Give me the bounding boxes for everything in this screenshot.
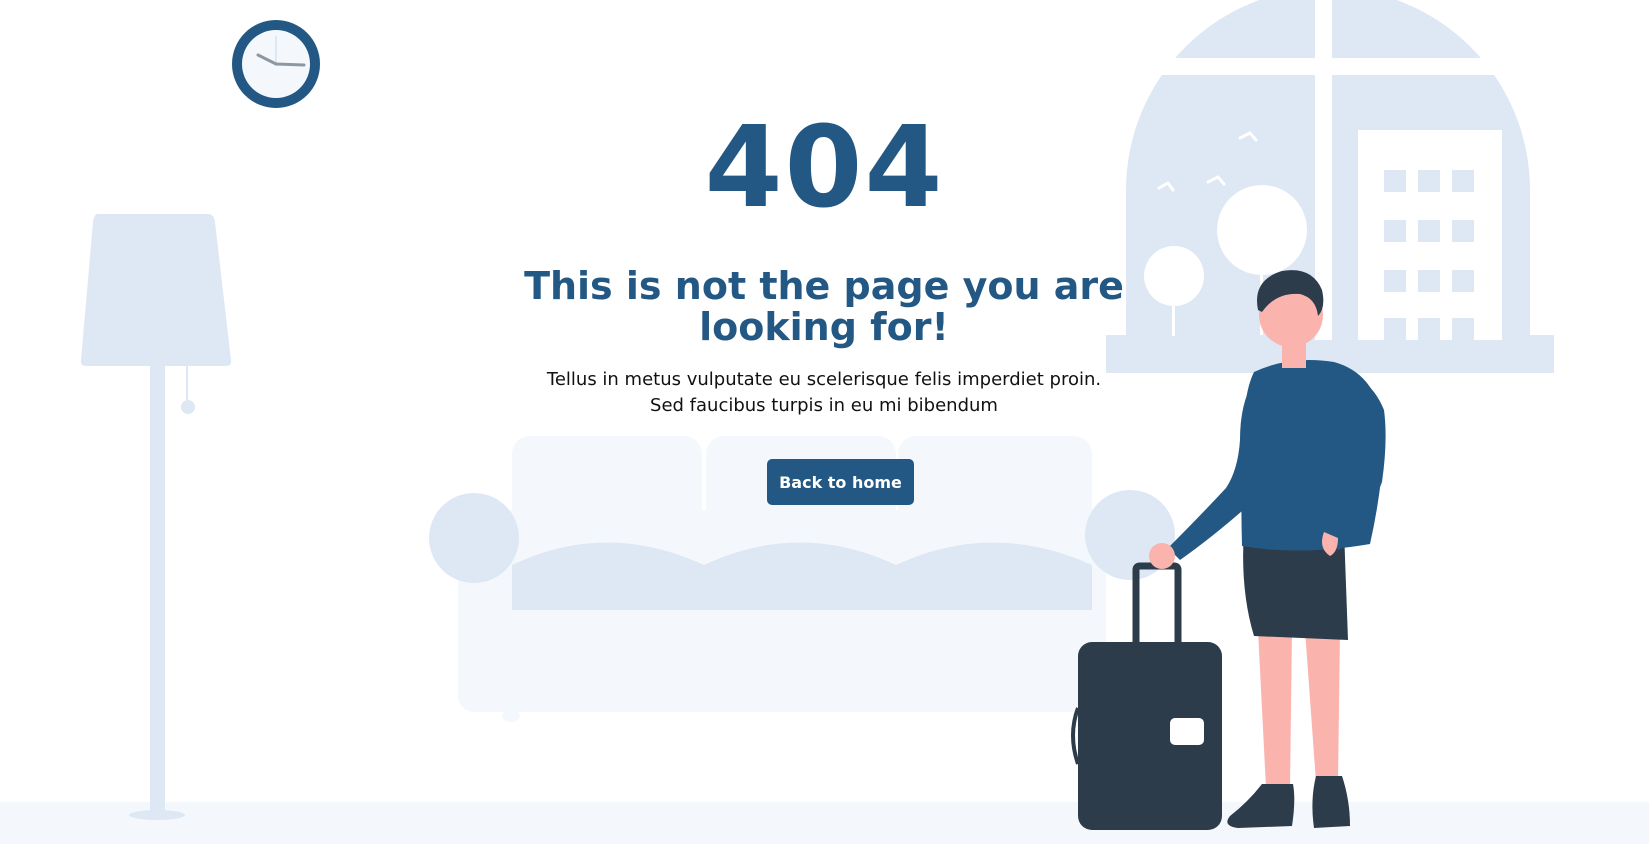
error-headline: This is not the page you are looking for… (524, 264, 1124, 349)
error-content: 404 This is not the page you are looking… (0, 0, 1649, 844)
back-to-home-button[interactable]: Back to home (767, 459, 914, 505)
error-code: 404 (704, 103, 945, 233)
error-page: 404 This is not the page you are looking… (0, 0, 1649, 844)
description-line-2: Sed faucibus turpis in eu mi bibendum (650, 395, 998, 416)
description-line-1: Tellus in metus vulputate eu scelerisque… (546, 369, 1102, 390)
error-description: Tellus in metus vulputate eu scelerisque… (524, 367, 1124, 419)
